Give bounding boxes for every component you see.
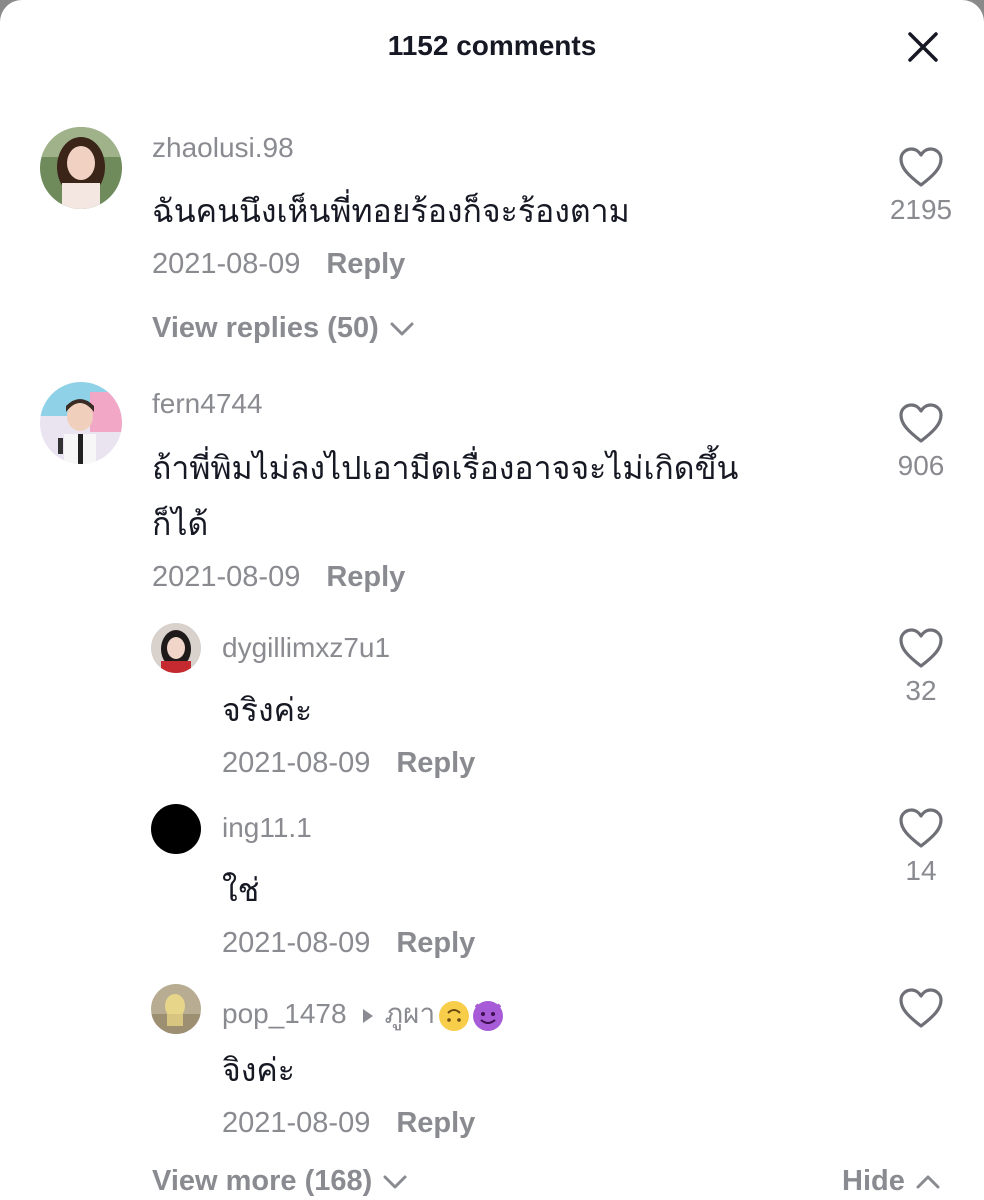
comment-text: ถ้าพี่พิมไม่ลงไปเอามีดเรื่องอาจจะไม่เกิด… [152,440,738,552]
reply-username[interactable]: dygillimxz7u1 [222,632,390,664]
heart-icon[interactable] [898,627,944,669]
comment-text: ฉันคนนึงเห็นพี่ทอยร้องก็จะร้องตาม [152,192,630,230]
comment-username[interactable]: zhaolusi.98 [152,132,294,164]
comments-sheet: 1152 comments zhaolusi.98 ฉันคนนึงเห็นพี… [0,0,984,1200]
reply-text: จริงค่ะ [222,691,313,729]
reply-username: pop_1478 ภูผา [222,992,504,1036]
heart-icon[interactable] [898,402,944,444]
heart-icon[interactable] [898,146,944,188]
comment-meta: 2021-08-09 Reply [152,561,405,594]
upside-down-face-icon [439,1000,470,1031]
close-button[interactable] [904,28,942,66]
reply-username[interactable]: ing11.1 [222,812,312,844]
like-group: 906 [881,402,961,482]
reply-text: ใช่ [222,871,260,909]
like-group: 14 [881,807,961,887]
like-count: 32 [905,675,937,706]
like-count: 14 [905,855,937,886]
smiling-imp-icon [473,1000,504,1031]
reply-button[interactable]: Reply [396,747,475,779]
hide-label: Hide [842,1165,905,1197]
comment-username[interactable]: fern4744 [152,388,263,420]
reply-username-link[interactable]: pop_1478 [222,998,347,1029]
comment-date: 2021-08-09 [152,248,301,280]
avatar[interactable] [151,984,201,1034]
avatar[interactable] [151,623,201,673]
comments-count-title: 1152 comments [387,30,597,61]
reply-meta: 2021-08-09 Reply [222,1107,475,1140]
reply-button[interactable]: Reply [326,561,405,593]
chevron-down-icon [390,322,414,336]
avatar[interactable] [40,127,122,209]
like-group: 32 [881,627,961,707]
reply-button[interactable]: Reply [396,927,475,959]
reply-date: 2021-08-09 [222,747,371,779]
comment-text-line: ถ้าพี่พิมไม่ลงไปเอามีดเรื่องอาจจะไม่เกิด… [152,449,739,487]
close-icon [908,32,938,62]
comment-text-line: ก็ได้ [152,505,209,543]
view-replies-link[interactable]: View replies (50) [152,312,415,345]
chevron-up-icon [916,1175,940,1189]
reply-to-username[interactable]: ภูผา [385,998,436,1029]
like-count: 906 [897,450,945,481]
avatar[interactable] [40,382,122,464]
reply-button[interactable]: Reply [396,1107,475,1139]
like-group [881,987,961,1035]
like-count: 2195 [889,194,953,225]
chevron-down-icon [383,1175,407,1189]
heart-icon[interactable] [898,987,944,1029]
reply-date: 2021-08-09 [222,1107,371,1139]
view-more-label: View more (168) [152,1165,373,1197]
view-replies-label: View replies (50) [152,312,379,344]
reply-meta: 2021-08-09 Reply [222,747,475,780]
reply-date: 2021-08-09 [222,927,371,959]
comment-meta: 2021-08-09 Reply [152,248,405,281]
reply-arrow-icon [362,1008,373,1023]
avatar[interactable] [151,804,201,854]
hide-link[interactable]: Hide [842,1165,941,1198]
reply-button[interactable]: Reply [326,248,405,280]
view-more-link[interactable]: View more (168) [152,1165,408,1198]
like-group: 2195 [881,146,961,226]
heart-icon[interactable] [898,807,944,849]
reply-meta: 2021-08-09 Reply [222,927,475,960]
comment-date: 2021-08-09 [152,561,301,593]
reply-text: จิงค่ะ [222,1051,295,1089]
